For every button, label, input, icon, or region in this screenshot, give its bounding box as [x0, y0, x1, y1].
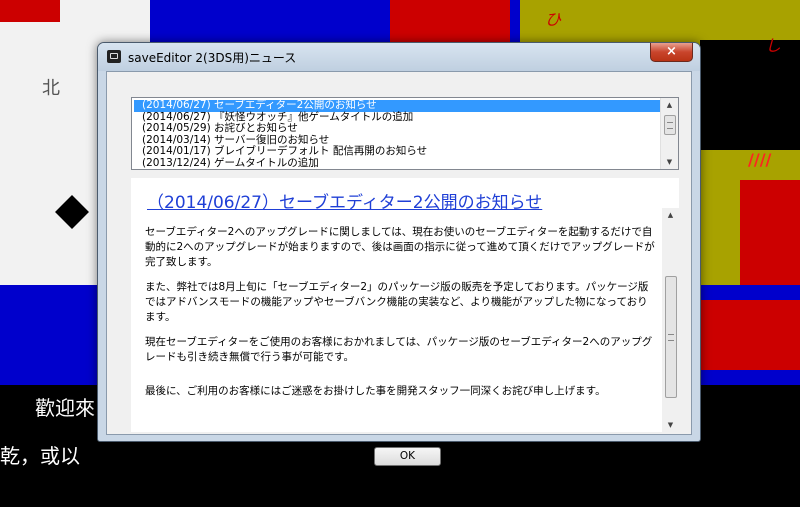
- scroll-up-arrow-icon[interactable]: ▲: [662, 208, 679, 222]
- news-items: (2014/06/27) セーブエディター2公開のお知らせ (2014/06/27…: [134, 99, 660, 170]
- bg-chinese-text: 乾，或以: [0, 444, 80, 468]
- bg-red-shape: [0, 0, 60, 22]
- article-paragraph: セーブエディター2へのアップグレードに関しましては、現在お使いのセーブエディター…: [145, 226, 655, 268]
- article-paragraph: また、弊社では8月上旬に「セーブエディター2」のパッケージ版の販売を予定しており…: [145, 281, 649, 323]
- news-list-item[interactable]: (2014/05/29) お詫びとお知らせ: [134, 122, 660, 135]
- bg-red-marks: ////: [748, 150, 772, 169]
- bg-chinese-text: 歡迎來: [35, 396, 95, 420]
- scroll-thumb[interactable]: [665, 276, 677, 398]
- news-dialog: saveEditor 2(3DS用)ニュース × (2014/06/27) セー…: [97, 42, 701, 466]
- bg-glyph: し: [765, 36, 782, 55]
- scroll-thumb[interactable]: [664, 115, 676, 135]
- app-icon: [107, 50, 121, 63]
- article-paragraph: 現在セーブエディターをご使用のお客様におかれましては、パッケージ版のセーブエディ…: [145, 336, 653, 363]
- article-title-link[interactable]: （2014/06/27）セーブエディター2公開のお知らせ: [147, 188, 542, 213]
- close-button[interactable]: ×: [650, 43, 693, 62]
- ok-button[interactable]: OK: [374, 447, 441, 466]
- dialog-client-area: (2014/06/27) セーブエディター2公開のお知らせ (2014/06/27…: [106, 71, 692, 466]
- article-scrollbar[interactable]: ▲ ▼: [662, 208, 679, 432]
- title-bar[interactable]: saveEditor 2(3DS用)ニュース ×: [98, 43, 700, 71]
- bg-red-shape: [740, 180, 800, 290]
- news-list-item[interactable]: (2014/06/27) セーブエディター2公開のお知らせ: [134, 99, 660, 112]
- scroll-up-arrow-icon[interactable]: ▲: [661, 98, 678, 112]
- article-body: セーブエディター2へのアップグレードに関しましては、現在お使いのセーブエディター…: [145, 225, 655, 409]
- news-list-item[interactable]: (2014/01/17) ブレイブリーデフォルト 配信再開のお知らせ: [134, 145, 660, 158]
- bg-black-shape: [700, 40, 800, 150]
- scroll-down-arrow-icon[interactable]: ▼: [661, 155, 678, 169]
- bg-glyph: ひ: [545, 10, 562, 29]
- article-paragraph: 最後に、ご利用のお客様にはご迷惑をお掛けした事を開発スタッフ一同深くお詫び申し上…: [145, 385, 606, 397]
- news-list-item[interactable]: (2013/12/24) ゲームタイトルの追加: [134, 157, 660, 170]
- news-list[interactable]: (2014/06/27) セーブエディター2公開のお知らせ (2014/06/27…: [131, 97, 679, 170]
- article-view: （2014/06/27）セーブエディター2公開のお知らせ セーブエディター2への…: [131, 178, 679, 432]
- bg-north-label: 北: [42, 78, 60, 99]
- news-list-scrollbar[interactable]: ▲ ▼: [660, 98, 678, 169]
- scroll-down-arrow-icon[interactable]: ▼: [662, 418, 679, 432]
- bg-red-shape: [390, 0, 510, 45]
- window-title: saveEditor 2(3DS用)ニュース: [128, 51, 297, 65]
